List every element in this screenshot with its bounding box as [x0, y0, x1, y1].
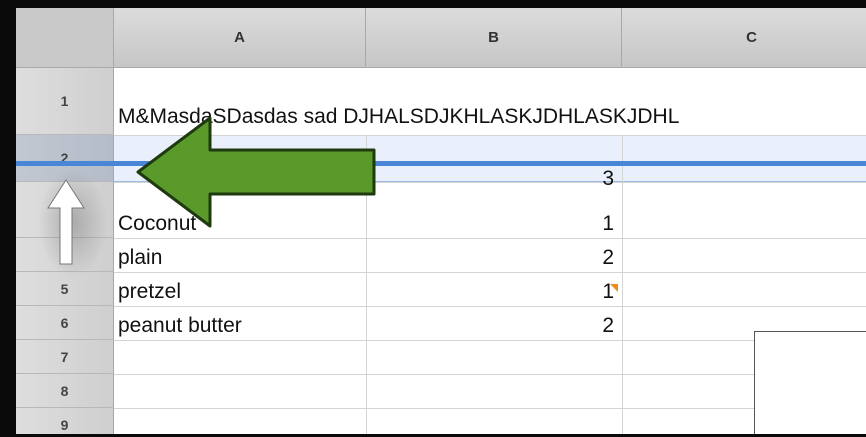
- drag-up-arrow-icon: [47, 179, 85, 265]
- popup-box: [754, 331, 866, 434]
- spreadsheet-grid: A B C 1 2 3 4 5 6 7 8 9 M&MasdaSDasdas s…: [16, 8, 866, 434]
- green-left-arrow-icon: [136, 116, 376, 228]
- gridline: [114, 306, 866, 307]
- row-header-6[interactable]: 6: [16, 306, 114, 340]
- cell-b4[interactable]: 2: [368, 246, 614, 270]
- comment-indicator-icon[interactable]: [610, 284, 618, 292]
- cell-b5[interactable]: 1: [368, 280, 614, 304]
- row-header-1[interactable]: 1: [16, 68, 114, 135]
- screenshot-frame: A B C 1 2 3 4 5 6 7 8 9 M&MasdaSDasdas s…: [0, 0, 866, 437]
- gridline: [622, 135, 623, 434]
- row-header-7[interactable]: 7: [16, 340, 114, 374]
- cell-a4[interactable]: plain: [118, 246, 162, 270]
- column-header-b[interactable]: B: [366, 8, 622, 68]
- cell-a5[interactable]: pretzel: [118, 280, 181, 304]
- row-header-8[interactable]: 8: [16, 374, 114, 408]
- column-header-c[interactable]: C: [622, 8, 866, 68]
- gridline: [114, 238, 866, 239]
- cell-b2[interactable]: 3: [368, 167, 614, 191]
- cell-b6[interactable]: 2: [368, 314, 614, 338]
- cell-a6[interactable]: peanut butter: [118, 314, 242, 338]
- cell-b3[interactable]: 1: [368, 212, 614, 236]
- column-header-a[interactable]: A: [114, 8, 366, 68]
- gridline: [114, 272, 866, 273]
- row-header-9[interactable]: 9: [16, 408, 114, 434]
- select-all-corner[interactable]: [16, 8, 114, 68]
